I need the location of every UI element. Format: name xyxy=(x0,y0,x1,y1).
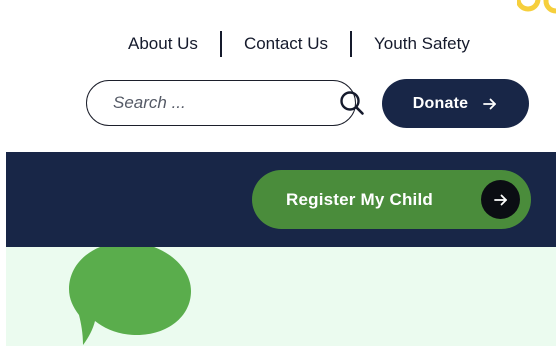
decorative-circles-icon xyxy=(517,0,556,14)
nav-link-youth-safety[interactable]: Youth Safety xyxy=(370,34,474,54)
page: About Us Contact Us Youth Safety Donate … xyxy=(0,0,556,346)
search-icon[interactable] xyxy=(339,88,365,118)
donate-button[interactable]: Donate xyxy=(382,79,529,128)
arrow-right-icon xyxy=(481,180,520,219)
arrow-right-icon xyxy=(482,96,498,112)
hero-section xyxy=(6,247,556,346)
nav-link-contact-us[interactable]: Contact Us xyxy=(240,34,332,54)
nav-divider xyxy=(219,31,222,57)
search-input[interactable] xyxy=(111,92,339,114)
nav-divider xyxy=(350,31,353,57)
speech-bubble-icon xyxy=(69,247,191,345)
register-my-child-button[interactable]: Register My Child xyxy=(252,170,531,229)
register-label: Register My Child xyxy=(286,189,433,209)
utility-nav: About Us Contact Us Youth Safety xyxy=(124,30,474,58)
donate-label: Donate xyxy=(412,94,469,112)
nav-link-about-us[interactable]: About Us xyxy=(124,34,202,54)
search-box xyxy=(86,80,364,126)
